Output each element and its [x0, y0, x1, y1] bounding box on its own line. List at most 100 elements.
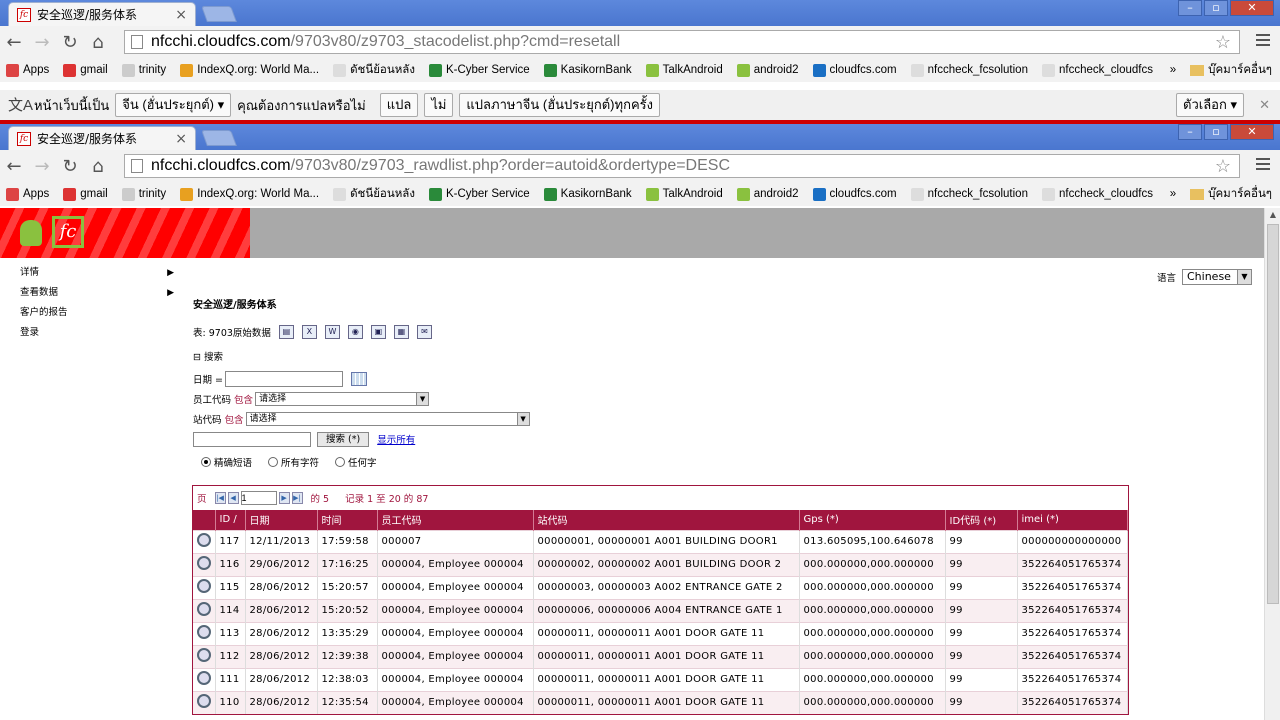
page-number-input[interactable]	[240, 491, 277, 505]
bookmark-item[interactable]: Apps	[6, 63, 49, 77]
first-page-icon[interactable]: |◀	[214, 492, 226, 504]
reload-icon[interactable]: ↻	[56, 156, 84, 177]
no-translate-button[interactable]: ไม่	[424, 93, 454, 117]
employee-select[interactable]: 请选择 ▼	[255, 392, 430, 406]
sidebar-item-details[interactable]: 详情 ▶	[20, 266, 180, 286]
scrollbar-thumb[interactable]	[1267, 224, 1279, 604]
magnifier-icon[interactable]	[197, 694, 211, 709]
bookmark-item[interactable]: android2	[736, 63, 799, 77]
other-bookmarks[interactable]: » บุ๊คมาร์คอื่นๆ	[1170, 185, 1272, 203]
minimize-button[interactable]: –	[1178, 0, 1202, 16]
back-icon[interactable]: ←	[0, 32, 28, 53]
magnifier-icon[interactable]	[197, 671, 211, 685]
last-page-icon[interactable]: ▶|	[291, 492, 303, 504]
sidebar-item-view-data[interactable]: 查看数据 ▶	[20, 286, 180, 306]
sidebar-item-login[interactable]: 登录	[20, 326, 180, 346]
next-page-icon[interactable]: ▶	[278, 492, 290, 504]
bookmark-item[interactable]: TalkAndroid	[645, 63, 723, 77]
bookmark-item[interactable]: nfccheck_fcsolution	[910, 187, 1028, 201]
forward-icon[interactable]: →	[28, 156, 56, 177]
calendar-icon[interactable]	[350, 372, 367, 386]
bookmark-item[interactable]: IndexQ.org: World Ma...	[180, 63, 319, 77]
other-bookmarks[interactable]: » บุ๊คมาร์คอื่นๆ	[1170, 61, 1272, 79]
maximize-button[interactable]: ▫	[1204, 0, 1228, 16]
bookmark-item[interactable]: trinity	[121, 63, 166, 77]
site-logo[interactable]: fc	[0, 208, 250, 258]
translate-options-button[interactable]: ตัวเลือก ▾	[1176, 93, 1244, 117]
export-word-icon[interactable]: W	[324, 325, 340, 339]
show-all-link[interactable]: 显示所有	[377, 432, 415, 446]
column-header-time[interactable]: 时间	[317, 510, 378, 530]
column-header-date[interactable]: 日期	[245, 510, 318, 530]
search-button[interactable]: 搜索 (*)	[317, 431, 370, 447]
radio-exact-phrase[interactable]: 精确短语	[201, 455, 252, 469]
magnifier-icon[interactable]	[197, 579, 211, 593]
bookmark-item[interactable]: ดัชนีย้อนหลัง	[333, 185, 415, 203]
tab-close-icon[interactable]: ×	[175, 7, 187, 23]
column-header-imei[interactable]: imei (*)	[1017, 510, 1128, 530]
source-language-select[interactable]: จีน (ฮั่นประยุกต์) ▾	[115, 93, 232, 117]
radio-all-words[interactable]: 所有字符	[268, 455, 319, 469]
always-translate-button[interactable]: แปลภาษาจีน (ฮั่นประยุกต์)ทุกครั้ง	[459, 93, 660, 117]
tab-close-icon[interactable]: ×	[175, 131, 187, 147]
bookmark-star-icon[interactable]: ☆	[1215, 32, 1231, 53]
bookmark-item[interactable]: android2	[736, 187, 799, 201]
email-icon[interactable]: ✉	[416, 325, 432, 339]
bookmark-item[interactable]: IndexQ.org: World Ma...	[180, 187, 319, 201]
home-icon[interactable]: ⌂	[84, 32, 112, 53]
export-html-icon[interactable]: ◉	[347, 325, 363, 339]
back-icon[interactable]: ←	[0, 156, 28, 177]
bookmark-item[interactable]: K-Cyber Service	[428, 187, 530, 201]
magnifier-icon[interactable]	[197, 556, 211, 570]
bookmark-item[interactable]: TalkAndroid	[645, 187, 723, 201]
search-toggle[interactable]: ⊟ 搜索	[193, 349, 530, 363]
bookmark-item[interactable]: KasikornBank	[543, 63, 632, 77]
chrome-menu-icon[interactable]	[1256, 158, 1270, 173]
magnifier-icon[interactable]	[197, 602, 211, 616]
magnifier-icon[interactable]	[197, 648, 211, 662]
bookmark-item[interactable]: nfccheck_cloudfcs	[1041, 63, 1153, 77]
browser-tab[interactable]: fc 安全巡逻/服务体系 ×	[8, 126, 196, 150]
bookmark-item[interactable]: ดัชนีย้อนหลัง	[333, 61, 415, 79]
translate-button[interactable]: แปล	[379, 93, 419, 117]
export-excel-icon[interactable]: X	[301, 325, 317, 339]
bookmark-item[interactable]: nfccheck_cloudfcs	[1041, 187, 1153, 201]
magnifier-icon[interactable]	[197, 625, 211, 639]
bookmark-item[interactable]: Apps	[6, 187, 49, 201]
bookmark-item[interactable]: gmail	[63, 63, 108, 77]
scroll-up-icon[interactable]: ▲	[1265, 208, 1280, 222]
translate-close-icon[interactable]: ✕	[1259, 97, 1270, 113]
print-icon[interactable]: ▤	[278, 325, 294, 339]
more-bookmarks-icon[interactable]: »	[1170, 64, 1176, 76]
column-header-id[interactable]: ID /	[215, 510, 246, 530]
column-header-gps[interactable]: Gps (*)	[799, 510, 946, 530]
chrome-menu-icon[interactable]	[1256, 34, 1270, 49]
bookmark-item[interactable]: gmail	[63, 187, 108, 201]
page-scrollbar[interactable]: ▲	[1264, 208, 1280, 720]
search-input[interactable]	[193, 431, 311, 447]
bookmark-item[interactable]: K-Cyber Service	[428, 63, 530, 77]
close-window-button[interactable]: ✕	[1230, 0, 1274, 16]
address-bar[interactable]: nfcchi.cloudfcs.com /9703v80/z9703_staco…	[124, 30, 1240, 54]
export-xml-icon[interactable]: ▣	[370, 325, 386, 339]
reload-icon[interactable]: ↻	[56, 32, 84, 53]
browser-tab[interactable]: fc 安全巡逻/服务体系 ×	[8, 2, 196, 26]
minimize-button[interactable]: –	[1178, 124, 1202, 140]
column-header-idcode[interactable]: ID代码 (*)	[945, 510, 1018, 530]
address-bar[interactable]: nfcchi.cloudfcs.com /9703v80/z9703_rawdl…	[124, 154, 1240, 178]
station-select[interactable]: 请选择 ▼	[245, 412, 530, 426]
bookmark-item[interactable]: cloudfcs.com	[812, 187, 897, 201]
bookmark-item[interactable]: trinity	[121, 187, 166, 201]
export-csv-icon[interactable]: ▦	[393, 325, 409, 339]
radio-any-word[interactable]: 任何字	[335, 455, 377, 469]
maximize-button[interactable]: ▫	[1204, 124, 1228, 140]
bookmark-item[interactable]: nfccheck_fcsolution	[910, 63, 1028, 77]
column-header-station[interactable]: 站代码	[533, 510, 800, 530]
prev-page-icon[interactable]: ◀	[227, 492, 239, 504]
new-tab-button[interactable]	[201, 130, 237, 146]
more-bookmarks-icon[interactable]: »	[1170, 188, 1176, 200]
bookmark-star-icon[interactable]: ☆	[1215, 156, 1231, 177]
bookmark-item[interactable]: cloudfcs.com	[812, 63, 897, 77]
home-icon[interactable]: ⌂	[84, 156, 112, 177]
bookmark-item[interactable]: KasikornBank	[543, 187, 632, 201]
